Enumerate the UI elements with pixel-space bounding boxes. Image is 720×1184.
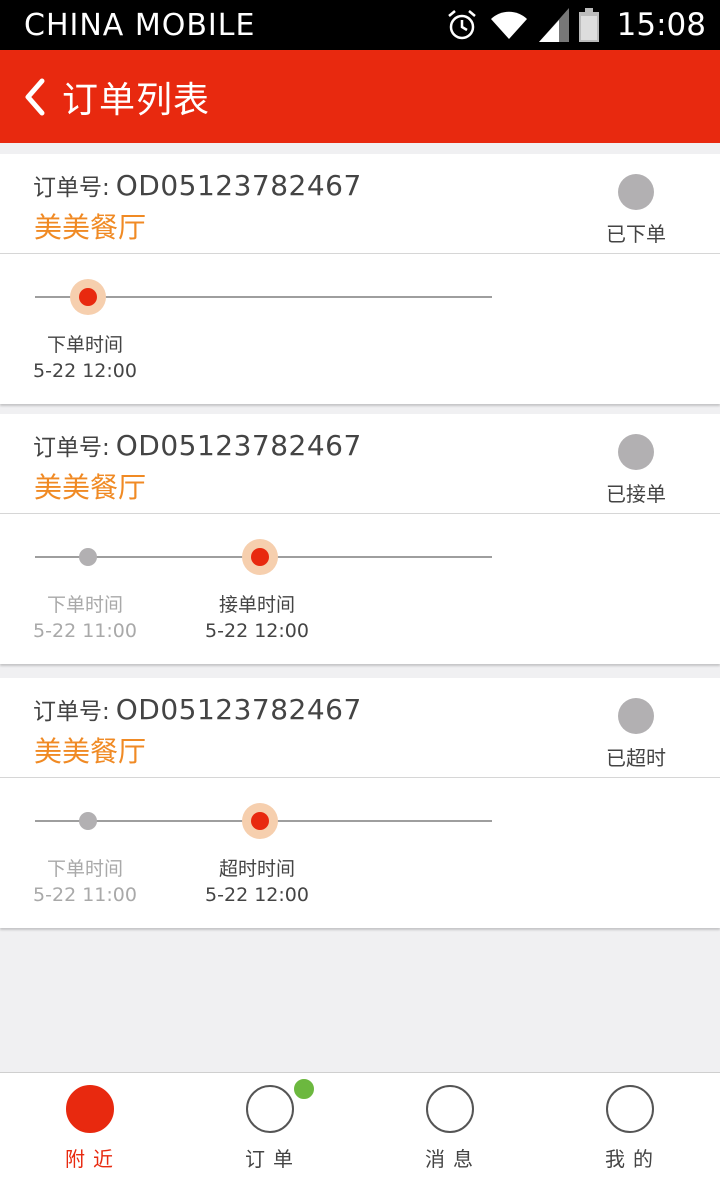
order-card-header: 订单号: OD05123782467 美美餐厅 已下单 — [0, 154, 720, 254]
step-time: 5-22 11:00 — [33, 620, 137, 642]
order-number-label: 订单号: — [33, 175, 110, 201]
order-card-header: 订单号: OD05123782467 美美餐厅 已超时 — [0, 678, 720, 778]
step-label: 接单时间 — [218, 594, 295, 616]
timeline-step: 接单时间 5-22 12:00 — [187, 592, 327, 644]
clock: 15:08 — [616, 7, 706, 43]
orders-icon — [246, 1085, 294, 1133]
messages-icon — [426, 1085, 474, 1133]
step-time: 5-22 12:00 — [33, 360, 137, 382]
order-number-line: 订单号: OD05123782467 — [33, 428, 362, 462]
order-number-line: 订单号: OD05123782467 — [33, 168, 362, 202]
profile-icon — [606, 1085, 654, 1133]
timeline-node-done — [79, 812, 97, 830]
step-label: 超时时间 — [218, 858, 295, 880]
nav-label: 我的 — [605, 1147, 661, 1171]
order-status: 已接单 — [606, 482, 666, 506]
status-indicator-icon — [618, 434, 654, 470]
order-number-label: 订单号: — [33, 699, 110, 725]
timeline-step: 下单时间 5-22 11:00 — [15, 592, 155, 644]
status-bar: CHINA MOBILE 15:08 — [0, 0, 720, 50]
order-timeline: 下单时间 5-22 11:00 接单时间 5-22 12:00 — [0, 514, 720, 664]
nav-label: 消息 — [425, 1147, 481, 1171]
timeline-step: 下单时间 5-22 11:00 — [15, 856, 155, 908]
timeline-step: 超时时间 5-22 12:00 — [187, 856, 327, 908]
timeline-node-current — [70, 279, 106, 315]
step-time: 5-22 11:00 — [33, 884, 137, 906]
step-label: 下单时间 — [46, 594, 123, 616]
wifi-icon — [490, 11, 527, 39]
step-label: 下单时间 — [46, 334, 123, 356]
alarm-icon — [447, 10, 476, 40]
timeline-node-current — [242, 539, 278, 575]
app-bar: 订单列表 — [0, 50, 720, 143]
timeline-step: 下单时间 5-22 12:00 — [15, 332, 155, 384]
status-icons: 15:08 — [445, 7, 706, 43]
notification-badge-icon — [292, 1077, 316, 1101]
nav-item-orders[interactable]: 订单 — [180, 1073, 360, 1184]
order-number: OD05123782467 — [115, 429, 362, 462]
timeline-node-done — [79, 548, 97, 566]
carrier-name: CHINA MOBILE — [24, 7, 256, 43]
nav-item-messages[interactable]: 消息 — [360, 1073, 540, 1184]
order-timeline: 下单时间 5-22 12:00 — [0, 254, 720, 404]
order-card-header: 订单号: OD05123782467 美美餐厅 已接单 — [0, 414, 720, 514]
nav-label: 订单 — [245, 1147, 301, 1171]
order-card[interactable]: 订单号: OD05123782467 美美餐厅 已下单 下单时间 5-22 12… — [0, 154, 720, 404]
nav-item-profile[interactable]: 我的 — [540, 1073, 720, 1184]
restaurant-name: 美美餐厅 — [34, 211, 147, 244]
step-time: 5-22 12:00 — [205, 620, 309, 642]
nav-label: 附近 — [65, 1147, 121, 1171]
step-time: 5-22 12:00 — [205, 884, 309, 906]
order-card[interactable]: 订单号: OD05123782467 美美餐厅 已接单 下单时间 5-22 11… — [0, 414, 720, 664]
order-timeline: 下单时间 5-22 11:00 超时时间 5-22 12:00 — [0, 778, 720, 928]
order-card[interactable]: 订单号: OD05123782467 美美餐厅 已超时 下单时间 5-22 11… — [0, 678, 720, 928]
battery-icon — [578, 8, 599, 42]
timeline-node-current — [242, 803, 278, 839]
order-number: OD05123782467 — [115, 169, 362, 202]
signal-icon — [538, 8, 569, 42]
order-status: 已超时 — [606, 746, 666, 770]
step-label: 下单时间 — [46, 858, 123, 880]
order-number-line: 订单号: OD05123782467 — [33, 692, 362, 726]
page-title: 订单列表 — [62, 79, 211, 121]
chevron-left-icon[interactable] — [20, 77, 48, 117]
status-indicator-icon — [618, 698, 654, 734]
restaurant-name: 美美餐厅 — [34, 735, 147, 768]
nav-item-nearby[interactable]: 附近 — [0, 1073, 180, 1184]
status-indicator-icon — [618, 174, 654, 210]
order-number-label: 订单号: — [33, 435, 110, 461]
bottom-nav: 附近 订单 消息 我的 — [0, 1072, 720, 1184]
nearby-icon — [66, 1085, 114, 1133]
order-status: 已下单 — [606, 222, 666, 246]
restaurant-name: 美美餐厅 — [34, 471, 147, 504]
order-number: OD05123782467 — [115, 693, 362, 726]
